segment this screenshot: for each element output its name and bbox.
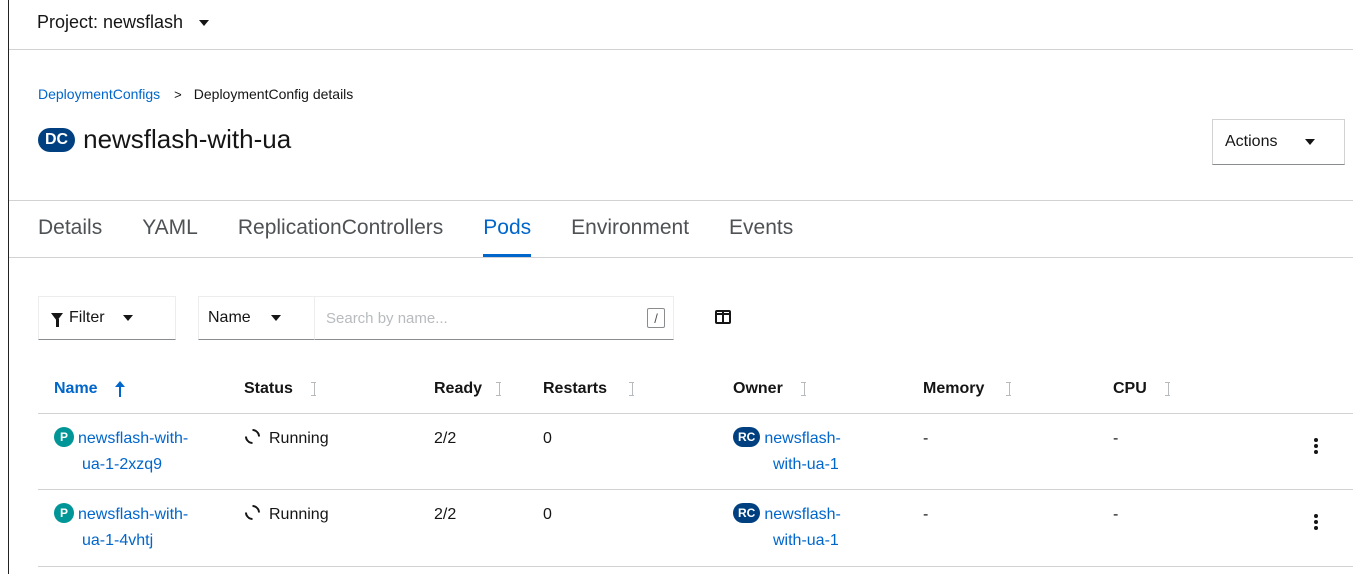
sync-icon [241, 426, 264, 448]
pod-name-cell: Pnewsflash-with- ua-1-2xzq9 [54, 426, 188, 478]
ready-cell: 2/2 [434, 430, 457, 447]
owner-link[interactable]: with-ua-1 [733, 528, 841, 554]
status-cell: Running [241, 426, 329, 452]
tab-events[interactable]: Events [729, 203, 793, 257]
tab-yaml[interactable]: YAML [142, 203, 198, 257]
pod-name-link[interactable]: newsflash-with- [78, 430, 188, 447]
sort-icon [309, 381, 321, 397]
sort-icon [1163, 381, 1175, 397]
caret-down-icon [122, 315, 133, 321]
column-header-label: Name [54, 380, 98, 397]
column-header-label: Memory [923, 380, 985, 397]
breadcrumb-deploymentconfigs-link[interactable]: DeploymentConfigs [38, 86, 160, 102]
tab-replicationcontrollers[interactable]: ReplicationControllers [238, 203, 443, 257]
page-title: newsflash-with-ua [83, 124, 292, 154]
column-header-label: Owner [733, 380, 783, 397]
column-header-cpu[interactable]: CPU [1113, 380, 1175, 398]
column-header-label: CPU [1113, 380, 1147, 397]
ready-cell: 2/2 [434, 506, 457, 523]
column-header-label: Status [244, 380, 293, 397]
breadcrumb-separator: > [174, 86, 182, 102]
caret-down-icon [1305, 139, 1316, 145]
row-divider [38, 489, 1353, 490]
tabs-divider [9, 257, 1353, 258]
sync-icon [241, 502, 264, 524]
filter-icon [51, 313, 63, 327]
tab-environment[interactable]: Environment [571, 203, 689, 257]
owner-link[interactable]: newsflash- [764, 506, 840, 523]
sort-icon [494, 381, 506, 397]
header-divider [9, 200, 1353, 201]
kebab-icon[interactable] [1314, 514, 1318, 532]
filter-type-label: Name [208, 309, 251, 326]
owner-link[interactable]: newsflash- [764, 430, 840, 447]
column-header-memory[interactable]: Memory [923, 380, 1016, 398]
restarts-cell: 0 [543, 506, 552, 523]
memory-cell: - [923, 430, 929, 447]
pod-badge: P [54, 502, 74, 523]
kebab-icon[interactable] [1314, 438, 1318, 456]
rc-badge: RC [733, 426, 761, 447]
column-header-label: Ready [434, 380, 483, 397]
column-header-restarts[interactable]: Restarts [543, 380, 639, 398]
column-header-name[interactable]: Name [54, 380, 126, 398]
sort-icon [799, 381, 811, 397]
table-header-divider [38, 413, 1353, 414]
tab-pods[interactable]: Pods [483, 203, 531, 257]
keyboard-shortcut-hint: / [647, 308, 665, 328]
sort-icon [627, 381, 639, 397]
cpu-cell: - [1113, 506, 1119, 523]
status-cell: Running [241, 502, 329, 528]
column-header-status[interactable]: Status [244, 380, 321, 398]
column-header-ready[interactable]: Ready [434, 380, 506, 398]
caret-down-icon [270, 315, 281, 321]
status-text: Running [269, 430, 329, 447]
rc-badge: RC [733, 502, 761, 523]
actions-label: Actions [1225, 133, 1278, 150]
memory-cell: - [923, 506, 929, 523]
restarts-cell: 0 [543, 430, 552, 447]
filter-type-select[interactable]: Name [198, 296, 316, 340]
owner-cell: RC newsflash- with-ua-1 [733, 502, 841, 554]
owner-cell: RC newsflash- with-ua-1 [733, 426, 841, 478]
filter-dropdown[interactable]: Filter [38, 296, 176, 340]
search-input[interactable] [314, 296, 674, 340]
columns-icon[interactable] [715, 310, 731, 324]
project-bar: Project: newsflash [9, 0, 1353, 50]
breadcrumb: DeploymentConfigs > DeploymentConfig det… [38, 86, 353, 102]
pod-name-cell: Pnewsflash-with- ua-1-4vhtj [54, 502, 188, 554]
status-text: Running [269, 506, 329, 523]
tab-bar: Details YAML ReplicationControllers Pods… [38, 203, 833, 257]
actions-button[interactable]: Actions [1212, 119, 1345, 165]
dc-badge: DC [38, 127, 76, 152]
filter-label: Filter [69, 309, 105, 326]
pod-badge: P [54, 426, 74, 447]
pod-name-link[interactable]: ua-1-2xzq9 [54, 452, 188, 478]
page-title-row: DC newsflash-with-ua [38, 124, 291, 155]
cpu-cell: - [1113, 430, 1119, 447]
tab-details[interactable]: Details [38, 203, 102, 257]
owner-link[interactable]: with-ua-1 [733, 452, 841, 478]
caret-down-icon [199, 19, 210, 26]
column-header-label: Restarts [543, 380, 608, 397]
row-divider [38, 566, 1353, 567]
main-frame: Project: newsflash DeploymentConfigs > D… [8, 0, 1353, 574]
sort-ascending-icon [114, 381, 126, 397]
sort-icon [1004, 381, 1016, 397]
breadcrumb-current: DeploymentConfig details [193, 86, 354, 102]
project-selector[interactable]: Project: newsflash [37, 12, 210, 33]
pod-name-link[interactable]: newsflash-with- [78, 506, 188, 523]
pod-name-link[interactable]: ua-1-4vhtj [54, 528, 188, 554]
column-header-owner[interactable]: Owner [733, 380, 811, 398]
project-label: Project: newsflash [37, 12, 184, 32]
